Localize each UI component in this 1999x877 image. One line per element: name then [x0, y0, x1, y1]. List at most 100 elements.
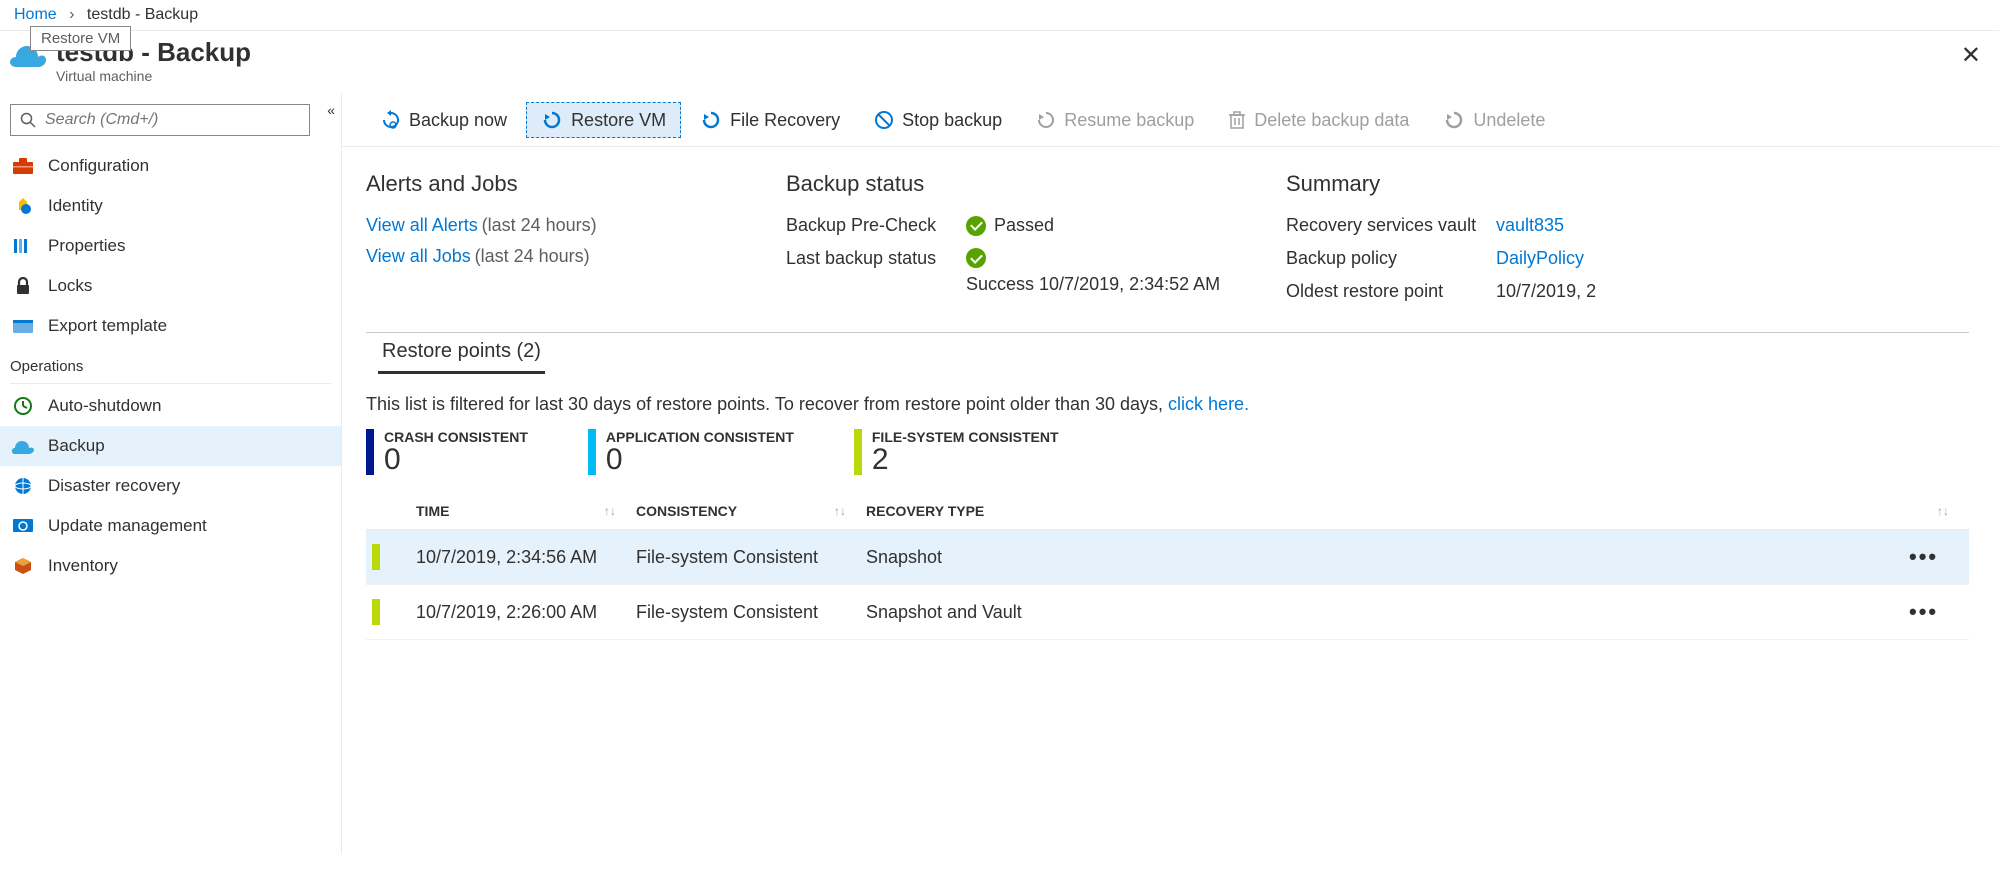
- toolbar-label: Undelete: [1473, 110, 1545, 131]
- sidebar-item-update-management[interactable]: Update management: [0, 506, 341, 546]
- status-heading: Backup status: [786, 171, 1246, 197]
- policy-link[interactable]: DailyPolicy: [1496, 248, 1584, 269]
- cell-time: 10/7/2019, 2:34:56 AM: [416, 547, 636, 568]
- success-check-icon: [966, 216, 986, 236]
- delete-icon: [1228, 110, 1246, 130]
- breadcrumb-home[interactable]: Home: [14, 6, 57, 23]
- page-header: testdb - Backup Virtual machine ✕: [0, 31, 1999, 94]
- col-recovery[interactable]: RECOVERY TYPE: [866, 503, 1909, 519]
- view-all-alerts-link[interactable]: View all Alerts: [366, 215, 478, 235]
- row-more-icon[interactable]: •••: [1909, 599, 1969, 625]
- collapse-sidebar-icon[interactable]: «: [327, 102, 335, 118]
- app-consistent-bar: [588, 429, 596, 475]
- row-more-icon[interactable]: •••: [1909, 544, 1969, 570]
- sidebar-item-label: Export template: [48, 316, 167, 336]
- app-consistent-label: APPLICATION CONSISTENT: [606, 429, 794, 445]
- precheck-label: Backup Pre-Check: [786, 215, 956, 236]
- vault-label: Recovery services vault: [1286, 215, 1486, 236]
- cell-recovery: Snapshot and Vault: [866, 602, 1909, 623]
- cell-recovery: Snapshot: [866, 547, 1909, 568]
- sidebar-item-label: Properties: [48, 236, 125, 256]
- backup-now-button[interactable]: Backup now: [366, 103, 522, 138]
- col-consistency[interactable]: CONSISTENCY↑↓: [636, 503, 866, 519]
- lock-icon: [12, 277, 34, 295]
- jobs-span-suffix: (last 24 hours): [475, 246, 590, 266]
- sidebar-item-label: Inventory: [48, 556, 118, 576]
- update-icon: [12, 518, 34, 534]
- sidebar-item-locks[interactable]: Locks: [0, 266, 341, 306]
- sidebar-section-operations: Operations: [0, 346, 341, 379]
- restore-icon: [541, 109, 563, 131]
- summary-section: Summary Recovery services vault vault835…: [1286, 171, 1969, 302]
- oldest-label: Oldest restore point: [1286, 281, 1486, 302]
- sort-icon: ↑↓: [834, 504, 846, 518]
- consistency-color-bar: [372, 599, 380, 625]
- sidebar-item-backup[interactable]: Backup: [0, 426, 341, 466]
- file-recovery-button[interactable]: File Recovery: [685, 102, 855, 138]
- sidebar-item-export-template[interactable]: Export template: [0, 306, 341, 346]
- sidebar-item-identity[interactable]: Identity: [0, 186, 341, 226]
- sidebar-item-auto-shutdown[interactable]: Auto-shutdown: [0, 386, 341, 426]
- restore-vm-button[interactable]: Restore VM: [526, 102, 681, 138]
- search-input[interactable]: [10, 104, 310, 136]
- sidebar-item-inventory[interactable]: Inventory: [0, 546, 341, 586]
- tooltip-restore-vm: Restore VM: [30, 26, 131, 51]
- file-recovery-icon: [700, 109, 722, 131]
- stop-icon: [874, 110, 894, 130]
- precheck-value: Passed: [994, 215, 1054, 236]
- clock-icon: [12, 397, 34, 415]
- box-icon: [12, 557, 34, 575]
- sort-icon: ↑↓: [1937, 504, 1949, 518]
- restore-points-table: TIME↑↓ CONSISTENCY↑↓ RECOVERY TYPE ↑↓ 10…: [366, 493, 1969, 640]
- toolbar-label: Backup now: [409, 110, 507, 131]
- sidebar-item-label: Disaster recovery: [48, 476, 180, 496]
- filter-note: This list is filtered for last 30 days o…: [366, 394, 1969, 415]
- sidebar-item-properties[interactable]: Properties: [0, 226, 341, 266]
- close-icon[interactable]: ✕: [1961, 41, 1981, 70]
- crash-consistent-label: CRASH CONSISTENT: [384, 429, 528, 445]
- backup-now-icon: [381, 110, 401, 130]
- delete-backup-button: Delete backup data: [1213, 103, 1424, 138]
- cell-consistency: File-system Consistent: [636, 602, 866, 623]
- cell-consistency: File-system Consistent: [636, 547, 866, 568]
- table-row[interactable]: 10/7/2019, 2:26:00 AM File-system Consis…: [366, 585, 1969, 640]
- sidebar-item-disaster-recovery[interactable]: Disaster recovery: [0, 466, 341, 506]
- resume-backup-button: Resume backup: [1021, 103, 1209, 138]
- sort-icon: ↑↓: [604, 504, 616, 518]
- fs-consistent-bar: [854, 429, 862, 475]
- app-consistent-count: 0: [606, 445, 794, 475]
- sidebar-item-label: Backup: [48, 436, 105, 456]
- sidebar-item-label: Auto-shutdown: [48, 396, 161, 416]
- breadcrumb-separator: ›: [69, 6, 74, 23]
- backup-status-section: Backup status Backup Pre-Check Passed La…: [786, 171, 1246, 302]
- sidebar-item-label: Configuration: [48, 156, 149, 176]
- main-panel: Backup now Restore VM File Recovery Stop…: [342, 94, 1999, 854]
- click-here-link[interactable]: click here.: [1168, 394, 1249, 414]
- crash-consistent-count: 0: [384, 445, 528, 475]
- cell-time: 10/7/2019, 2:26:00 AM: [416, 602, 636, 623]
- toolbar-label: File Recovery: [730, 110, 840, 131]
- breadcrumb: Home › testdb - Backup Restore VM: [0, 0, 1999, 31]
- col-time[interactable]: TIME↑↓: [416, 503, 636, 519]
- sidebar-item-label: Identity: [48, 196, 103, 216]
- view-all-jobs-link[interactable]: View all Jobs: [366, 246, 471, 266]
- vault-link[interactable]: vault835: [1496, 215, 1564, 236]
- last-backup-label: Last backup status: [786, 248, 956, 269]
- table-header: TIME↑↓ CONSISTENCY↑↓ RECOVERY TYPE ↑↓: [366, 493, 1969, 530]
- page-subtitle: Virtual machine: [56, 68, 251, 84]
- sidebar-item-configuration[interactable]: Configuration: [0, 146, 341, 186]
- resume-icon: [1036, 110, 1056, 130]
- tab-restore-points[interactable]: Restore points (2): [378, 330, 545, 374]
- table-row[interactable]: 10/7/2019, 2:34:56 AM File-system Consis…: [366, 530, 1969, 585]
- fs-consistent-count: 2: [872, 445, 1059, 475]
- toolbar-label: Stop backup: [902, 110, 1002, 131]
- undelete-button: Undelete: [1428, 102, 1560, 138]
- consistency-stats: CRASH CONSISTENT 0 APPLICATION CONSISTEN…: [366, 429, 1969, 475]
- toolbar: Backup now Restore VM File Recovery Stop…: [342, 94, 1999, 147]
- sidebar-divider: [10, 383, 331, 384]
- search-icon: [20, 112, 36, 131]
- last-backup-value: Success 10/7/2019, 2:34:52 AM: [966, 274, 1220, 295]
- sidebar-item-label: Locks: [48, 276, 92, 296]
- stop-backup-button[interactable]: Stop backup: [859, 103, 1017, 138]
- sidebar-item-label: Update management: [48, 516, 207, 536]
